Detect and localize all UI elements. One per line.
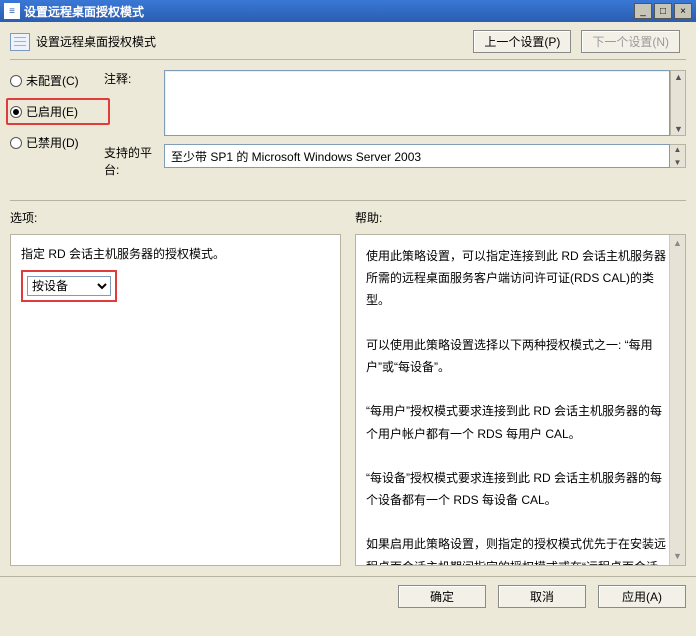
titlebar[interactable]: ≡ 设置远程桌面授权模式 _ □ × bbox=[0, 0, 696, 22]
comment-textarea[interactable] bbox=[164, 70, 670, 136]
window-title: 设置远程桌面授权模式 bbox=[24, 3, 632, 20]
help-paragraph: 如果启用此策略设置，则指定的授权模式优先于在安装远程桌面会话主机期间指定的授权模… bbox=[366, 533, 667, 566]
help-paragraph: 可以使用此策略设置选择以下两种授权模式之一: “每用户”或“每设备”。 bbox=[366, 334, 667, 378]
cancel-button[interactable]: 取消 bbox=[498, 585, 586, 608]
help-paragraph: “每设备”授权模式要求连接到此 RD 会话主机服务器的每个设备都有一个 RDS … bbox=[366, 467, 667, 511]
header-row: 设置远程桌面授权模式 上一个设置(P) 下一个设置(N) bbox=[10, 30, 686, 53]
platform-value: 至少带 SP1 的 Microsoft Windows Server 2003 bbox=[164, 144, 670, 168]
license-mode-select[interactable]: 按设备 bbox=[27, 276, 111, 296]
comment-scrollbar[interactable]: ▲ ▼ bbox=[670, 70, 686, 136]
radio-not-configured[interactable]: 未配置(C) bbox=[10, 72, 104, 89]
minimize-button[interactable]: _ bbox=[634, 3, 652, 19]
state-radio-group: 未配置(C) 已启用(E) 已禁用(D) bbox=[10, 70, 104, 151]
radio-label: 未配置(C) bbox=[26, 72, 79, 89]
dialog-footer: 确定 取消 应用(A) bbox=[0, 576, 696, 618]
radio-enabled[interactable]: 已启用(E) bbox=[6, 98, 110, 125]
header-divider bbox=[10, 59, 686, 60]
next-setting-button: 下一个设置(N) bbox=[581, 30, 680, 53]
platform-scrollbar[interactable]: ▲ ▼ bbox=[670, 144, 686, 168]
radio-disabled[interactable]: 已禁用(D) bbox=[10, 134, 104, 151]
close-button[interactable]: × bbox=[674, 3, 692, 19]
ok-button[interactable]: 确定 bbox=[398, 585, 486, 608]
comment-label: 注释: bbox=[104, 70, 164, 87]
section-divider bbox=[10, 200, 686, 201]
scroll-up-icon: ▲ bbox=[674, 72, 683, 82]
radio-label: 已启用(E) bbox=[26, 103, 78, 120]
scroll-down-icon: ▼ bbox=[674, 158, 682, 167]
system-icon: ≡ bbox=[4, 3, 20, 19]
help-paragraph: “每用户”授权模式要求连接到此 RD 会话主机服务器的每个用户帐户都有一个 RD… bbox=[366, 400, 667, 444]
scroll-up-icon: ▲ bbox=[673, 235, 682, 252]
help-paragraph: 使用此策略设置，可以指定连接到此 RD 会话主机服务器所需的远程桌面服务客户端访… bbox=[366, 245, 667, 312]
help-panel: 使用此策略设置，可以指定连接到此 RD 会话主机服务器所需的远程桌面服务客户端访… bbox=[355, 234, 686, 566]
prev-setting-button[interactable]: 上一个设置(P) bbox=[473, 30, 571, 53]
apply-button[interactable]: 应用(A) bbox=[598, 585, 686, 608]
maximize-button[interactable]: □ bbox=[654, 3, 672, 19]
help-header: 帮助: bbox=[355, 209, 686, 226]
policy-subtitle: 设置远程桌面授权模式 bbox=[36, 33, 473, 50]
scroll-up-icon: ▲ bbox=[674, 145, 682, 154]
help-scrollbar[interactable]: ▲ ▼ bbox=[669, 235, 685, 565]
platform-label: 支持的平台: bbox=[104, 144, 164, 178]
license-mode-dropdown-wrap: 按设备 bbox=[21, 270, 117, 302]
options-instruction: 指定 RD 会话主机服务器的授权模式。 bbox=[21, 245, 330, 262]
radio-dot-icon bbox=[10, 75, 22, 87]
radio-label: 已禁用(D) bbox=[26, 134, 79, 151]
options-panel: 指定 RD 会话主机服务器的授权模式。 按设备 bbox=[10, 234, 341, 566]
scroll-down-icon: ▼ bbox=[673, 548, 682, 565]
options-header: 选项: bbox=[10, 209, 341, 226]
radio-dot-icon bbox=[10, 106, 22, 118]
radio-dot-icon bbox=[10, 137, 22, 149]
policy-icon bbox=[10, 33, 30, 51]
scroll-down-icon: ▼ bbox=[674, 124, 683, 134]
